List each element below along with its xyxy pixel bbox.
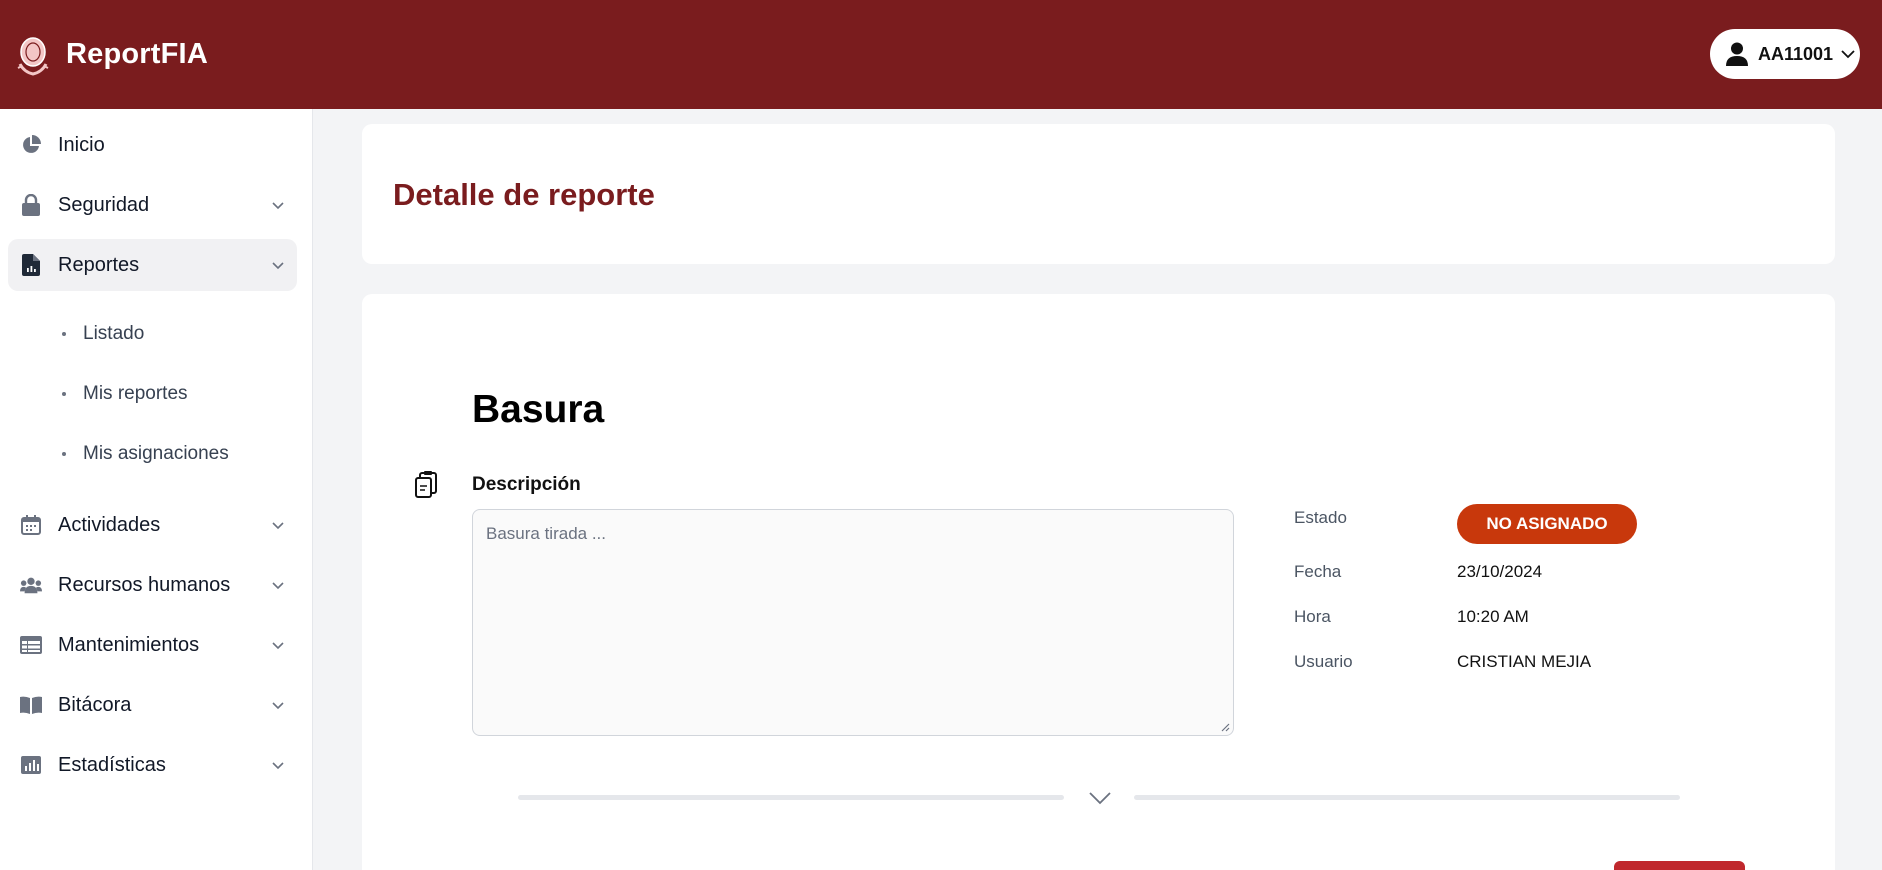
university-seal-icon xyxy=(17,36,49,76)
sidebar-item-mantenimientos[interactable]: Mantenimientos xyxy=(8,619,297,671)
user-icon xyxy=(1726,42,1748,66)
sidebar-item-reportes[interactable]: Reportes xyxy=(8,239,297,291)
sidebar-subitem-label: Listado xyxy=(83,323,145,344)
hora-value: 10:20 AM xyxy=(1457,607,1529,626)
estado-label: Estado xyxy=(1294,508,1347,527)
user-menu-button[interactable]: AA11001 xyxy=(1710,29,1860,79)
sidebar-subitem-label: Mis asignaciones xyxy=(83,443,229,464)
username: AA11001 xyxy=(1758,43,1834,64)
chevron-down-icon xyxy=(1841,50,1855,59)
hora-label: Hora xyxy=(1294,607,1331,626)
sidebar: Inicio Seguridad Reportes Listado Mis re… xyxy=(0,109,313,870)
lock-icon xyxy=(20,194,42,216)
chevron-down-icon xyxy=(272,522,284,530)
report-title: Basura xyxy=(472,388,605,431)
chevron-down-icon xyxy=(272,202,284,210)
sidebar-subitem-listado[interactable]: Listado xyxy=(62,316,144,352)
clipboard-icon xyxy=(415,471,437,498)
action-button[interactable] xyxy=(1614,861,1745,870)
chevron-down-icon xyxy=(272,262,284,270)
sidebar-subitem-mis-reportes[interactable]: Mis reportes xyxy=(62,376,188,412)
sidebar-item-label: Seguridad xyxy=(58,193,150,216)
bullet xyxy=(62,392,66,396)
sidebar-item-inicio[interactable]: Inicio xyxy=(8,119,297,171)
sidebar-item-label: Actividades xyxy=(58,513,161,536)
table-icon xyxy=(20,634,42,656)
chevron-down-icon[interactable] xyxy=(1088,790,1112,806)
sidebar-item-label: Mantenimientos xyxy=(58,633,200,656)
sidebar-item-label: Bitácora xyxy=(58,693,132,716)
sidebar-item-label: Estadísticas xyxy=(58,753,166,776)
sidebar-subitem-mis-asignaciones[interactable]: Mis asignaciones xyxy=(62,436,229,472)
chevron-down-icon xyxy=(272,702,284,710)
report-detail-card: Basura Descripción Basura tirada ... Est… xyxy=(362,294,1835,870)
top-bar: ReportFIA AA11001 xyxy=(0,0,1882,109)
status-badge: NO ASIGNADO xyxy=(1457,504,1637,544)
description-textarea[interactable]: Basura tirada ... xyxy=(472,509,1234,736)
brand[interactable]: ReportFIA xyxy=(16,34,208,76)
sidebar-item-actividades[interactable]: Actividades xyxy=(8,499,297,551)
page-title: Detalle de reporte xyxy=(393,177,655,212)
usuario-label: Usuario xyxy=(1294,652,1353,671)
page-header-card: Detalle de reporte xyxy=(362,124,1835,264)
description-label: Descripción xyxy=(472,474,581,495)
bullet xyxy=(62,332,66,336)
chevron-down-icon xyxy=(272,642,284,650)
description-text: Basura tirada ... xyxy=(486,524,607,543)
sidebar-item-seguridad[interactable]: Seguridad xyxy=(8,179,297,231)
app-name: ReportFIA xyxy=(66,38,208,70)
bar-chart-icon xyxy=(20,754,42,776)
sidebar-item-recursos-humanos[interactable]: Recursos humanos xyxy=(8,559,297,611)
resize-handle-icon[interactable] xyxy=(1220,722,1230,732)
sidebar-item-bitacora[interactable]: Bitácora xyxy=(8,679,297,731)
chevron-down-icon xyxy=(272,582,284,590)
divider-right xyxy=(1134,795,1680,800)
users-icon xyxy=(20,574,42,596)
sidebar-item-label: Inicio xyxy=(58,133,105,156)
sidebar-item-label: Reportes xyxy=(58,253,140,276)
usuario-value: CRISTIAN MEJIA xyxy=(1457,652,1592,671)
divider-left xyxy=(518,795,1064,800)
sidebar-item-estadisticas[interactable]: Estadísticas xyxy=(8,739,297,791)
sidebar-item-label: Recursos humanos xyxy=(58,573,231,596)
report-file-icon xyxy=(20,254,42,276)
bullet xyxy=(62,452,66,456)
chevron-down-icon xyxy=(272,762,284,770)
book-icon xyxy=(20,694,42,716)
pie-chart-icon xyxy=(20,134,42,156)
fecha-value: 23/10/2024 xyxy=(1457,562,1543,581)
sidebar-subitem-label: Mis reportes xyxy=(83,383,188,404)
calendar-icon xyxy=(20,514,42,536)
fecha-label: Fecha xyxy=(1294,562,1342,581)
